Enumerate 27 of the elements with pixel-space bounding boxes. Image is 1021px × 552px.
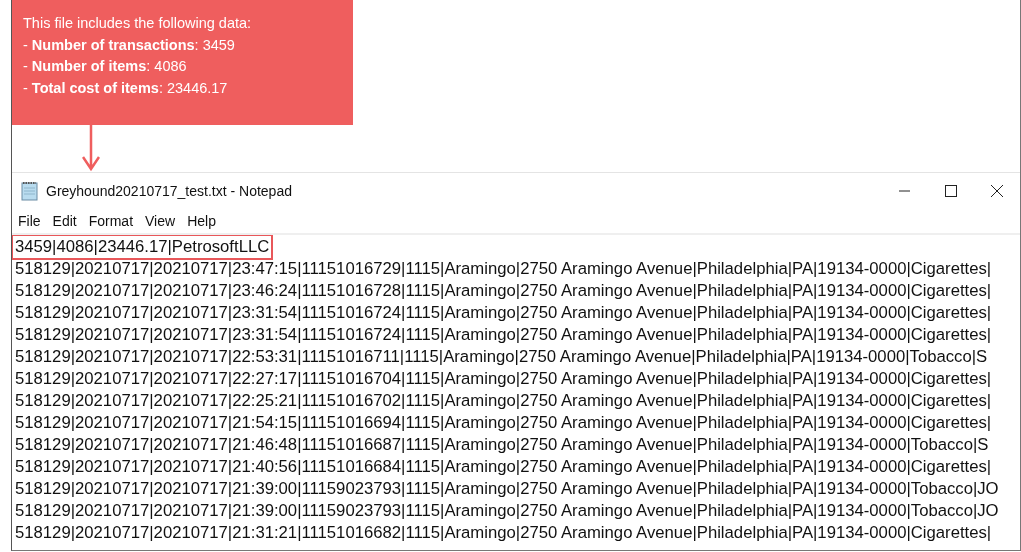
menu-item[interactable]: Help <box>181 213 222 229</box>
menu-item[interactable]: View <box>139 213 182 229</box>
callout-item: - Total cost of items: 23446.17 <box>23 78 228 98</box>
text-line: 518129|20210717|20210717|22:25:21|11151016702|1115|Aramingo|2750 Aramingo Avenue|Philadelphia|PA|19134-0000|Cigarettes| <box>14 390 993 412</box>
text-line: 518129|20210717|20210717|21:39:00|11159023793|1115|Aramingo|2750 Aramingo Avenue|Philadelphia|PA|19134-0000|Tobacco|JO <box>14 478 1000 500</box>
text-line: 518129|20210717|20210717|21:46:48|11151016687|1115|Aramingo|2750 Aramingo Avenue|Philadelphia|PA|19134-0000|Tobacco|S <box>14 434 990 456</box>
callout-item: - Number of transactions: 3459 <box>23 35 235 55</box>
text-line: 518129|20210717|20210717|21:54:15|11151016694|1115|Aramingo|2750 Aramingo Avenue|Philadelphia|PA|19134-0000|Cigarettes| <box>14 412 993 434</box>
text-line: 518129|20210717|20210717|22:53:31|11151016711|1115|Aramingo|2750 Aramingo Avenue|Philadelphia|PA|19134-0000|Tobacco|S <box>14 346 989 368</box>
callout-item: - Number of items: 4086 <box>23 57 187 76</box>
callout-heading: This file includes the following data: <box>23 14 252 33</box>
window-title: Greyhound20210717_test.txt - Notepad <box>46 183 293 199</box>
text-line: 518129|20210717|20210717|23:46:24|11151016728|1115|Aramingo|2750 Aramingo Avenue|Philadelphia|PA|19134-0000|Cigarettes| <box>14 280 993 302</box>
text-line: 518129|20210717|20210717|23:47:15|11151016729|1115|Aramingo|2750 Aramingo Avenue|Philadelphia|PA|19134-0000|Cigarettes| <box>14 258 993 280</box>
text-line: 518129|20210717|20210717|23:31:54|11151016724|1115|Aramingo|2750 Aramingo Avenue|Philadelphia|PA|19134-0000|Cigarettes| <box>14 302 993 324</box>
menu-item[interactable]: Format <box>82 213 140 229</box>
menu-item[interactable]: File <box>12 213 47 229</box>
text-line: 518129|20210717|20210717|21:39:00|11159023793|1115|Aramingo|2750 Aramingo Avenue|Philadelphia|PA|19134-0000|Tobacco|JO <box>14 500 1000 522</box>
close-icon[interactable] <box>991 185 1003 197</box>
notepad-icon <box>20 181 40 201</box>
maximize-icon[interactable] <box>945 185 957 197</box>
text-line: 518129|20210717|20210717|21:31:21|11151016682|1115|Aramingo|2750 Aramingo Avenue|Philadelphia|PA|19134-0000|Cigarettes| <box>14 522 993 544</box>
menu-item[interactable]: Edit <box>46 213 83 229</box>
text-line: 518129|20210717|20210717|22:27:17|11151016704|1115|Aramingo|2750 Aramingo Avenue|Philadelphia|PA|19134-0000|Cigarettes| <box>14 368 993 390</box>
text-line: 518129|20210717|20210717|23:31:54|11151016724|1115|Aramingo|2750 Aramingo Avenue|Philadelphia|PA|19134-0000|Cigarettes| <box>14 324 993 346</box>
text-line: 3459|4086|23446.17|PetrosoftLLC <box>13 236 272 258</box>
text-line: 518129|20210717|20210717|21:40:56|11151016684|1115|Aramingo|2750 Aramingo Avenue|Philadelphia|PA|19134-0000|Cigarettes| <box>14 456 993 478</box>
